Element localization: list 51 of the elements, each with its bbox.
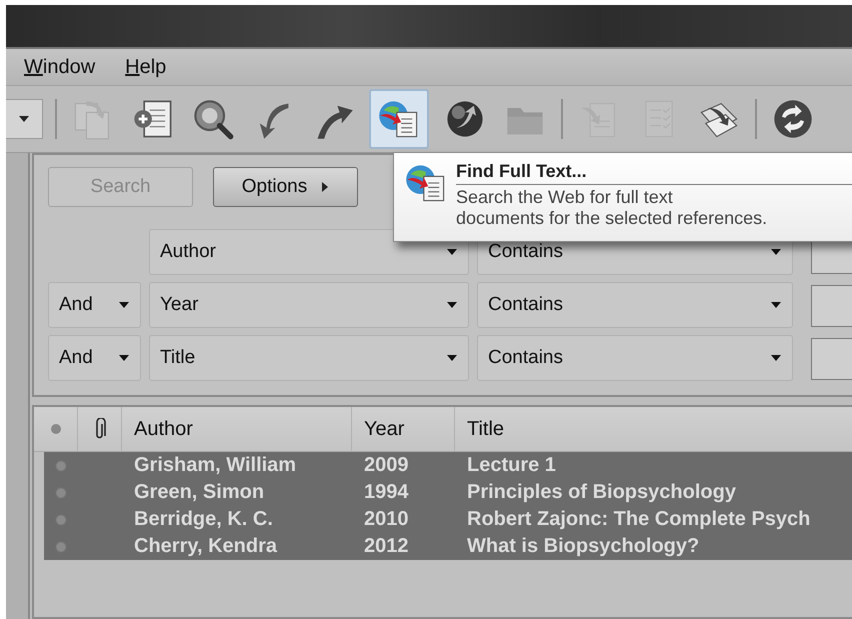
table-row[interactable]: Berridge, K. C. 2010 Robert Zajonc: The Complete Psych	[44, 506, 852, 533]
field-dropdown[interactable]: Year	[149, 282, 469, 328]
table-cell: What is Biopsychology?	[467, 535, 700, 558]
table-cell: 1994	[364, 481, 408, 504]
field-dropdown[interactable]: Title	[149, 335, 469, 381]
operator-dropdown[interactable]: Contains	[477, 335, 793, 381]
tooltip-description: Search the Web for full text documents for the selected references.	[456, 187, 768, 229]
column-header[interactable]: Year	[364, 418, 404, 440]
caret-icon	[770, 301, 782, 309]
caret-icon	[118, 354, 130, 362]
table-cell: Green, Simon	[134, 481, 264, 504]
menu-item[interactable]: Window	[24, 56, 96, 78]
table-row[interactable]: Grisham, William 2009 Lecture 1	[44, 452, 852, 479]
caret-icon	[446, 354, 458, 362]
status-dot-icon	[55, 540, 67, 552]
connector-dropdown[interactable]: And	[48, 335, 141, 381]
dropdown[interactable]	[6, 99, 43, 139]
connector-dropdown[interactable]: And	[48, 282, 141, 328]
status-dot-icon	[55, 514, 67, 526]
field-dropdown[interactable]: Author	[149, 229, 469, 275]
table-cell: Cherry, Kendra	[134, 535, 278, 558]
table-row[interactable]: Green, Simon 1994 Principles of Biopsychology	[44, 479, 852, 506]
caret-icon	[446, 248, 458, 256]
paperclip-icon	[94, 418, 106, 440]
input-field[interactable]	[811, 338, 852, 380]
table-cell: 2012	[364, 535, 408, 558]
column-header[interactable]: Title	[467, 418, 504, 440]
table-cell: Robert Zajonc: The Complete Psych	[467, 508, 810, 531]
caret-icon	[446, 301, 458, 309]
status-dot-icon	[55, 486, 67, 498]
read-status-icon	[50, 423, 62, 435]
operator-dropdown[interactable]: Contains	[477, 282, 793, 328]
table-cell: Grisham, William	[134, 454, 296, 477]
caret-icon	[118, 301, 130, 309]
arrow-right-icon	[321, 181, 330, 193]
table-cell: Lecture 1	[467, 454, 556, 477]
table-cell: 2010	[364, 508, 408, 531]
input-field[interactable]	[811, 285, 852, 327]
table-cell: Principles of Biopsychology	[467, 481, 736, 504]
table-cell: 2009	[364, 454, 408, 477]
caret-icon	[770, 354, 782, 362]
toolbar-button[interactable]	[369, 89, 429, 149]
options-button[interactable]: Options	[213, 167, 358, 207]
column-header[interactable]: Author	[134, 418, 193, 440]
caret-icon	[770, 248, 782, 256]
table-cell: Berridge, K. C.	[134, 508, 273, 531]
status-dot-icon	[55, 460, 67, 472]
tooltip-title: Find Full Text...	[456, 161, 588, 182]
caret-icon	[18, 115, 30, 123]
menu-item[interactable]: Help	[125, 56, 166, 78]
table-row[interactable]: Cherry, Kendra 2012 What is Biopsychology?	[44, 533, 852, 560]
